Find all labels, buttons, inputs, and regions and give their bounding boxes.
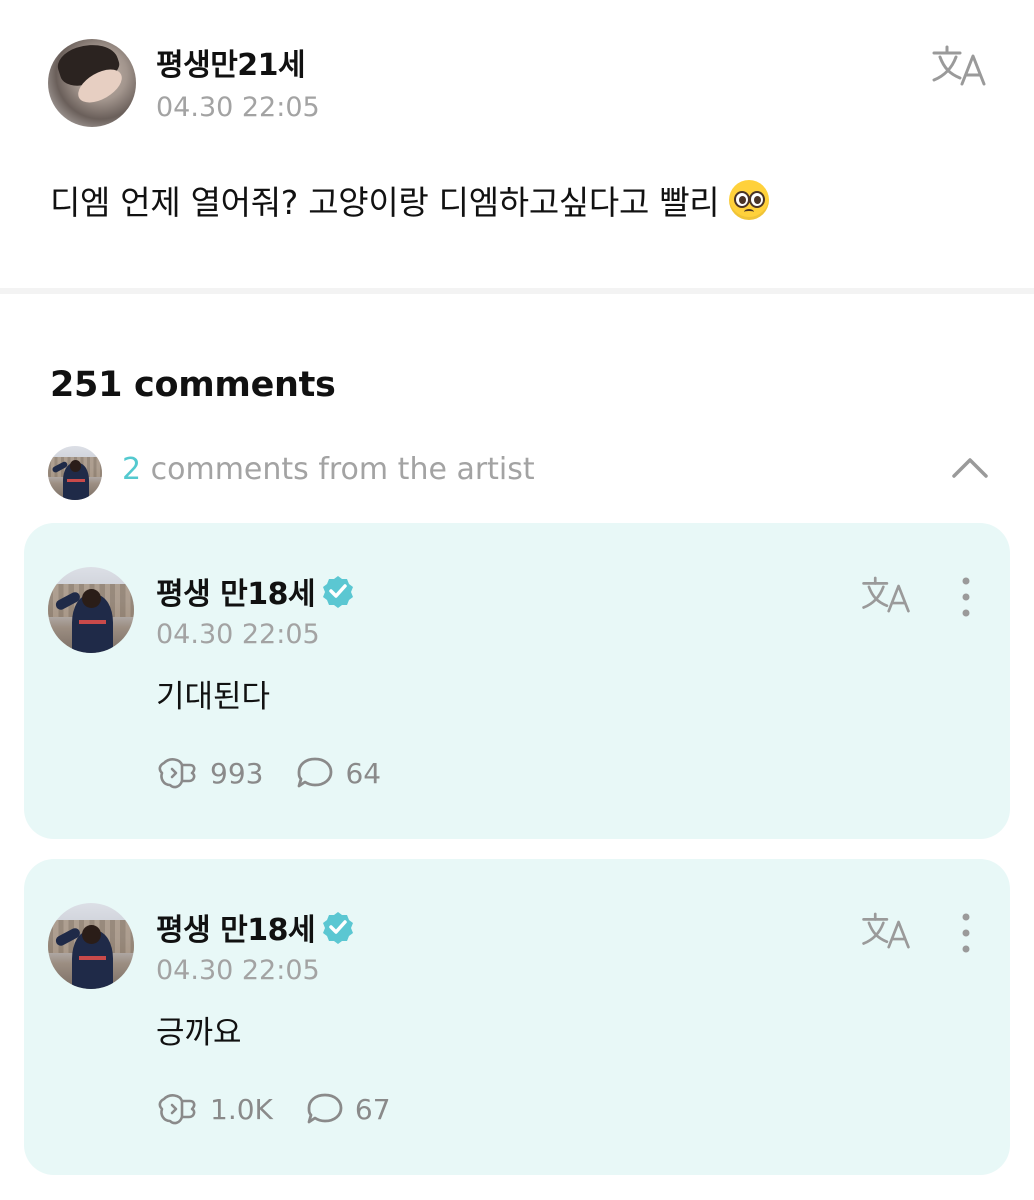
more-options-icon[interactable]: [954, 911, 978, 955]
artist-comments-count: 2: [122, 452, 142, 487]
artist-comments-toggle[interactable]: 2 comments from the artist: [0, 440, 1034, 500]
like-icon: [158, 758, 196, 789]
chevron-up-icon[interactable]: [950, 452, 990, 482]
reply-icon: [307, 1093, 343, 1124]
artist-comment-card: 평생 만18세 04.30 22:05 긍까요 1.0K 67: [24, 859, 1010, 1175]
reply-button[interactable]: 67: [305, 1091, 391, 1127]
artist-mini-avatar: [48, 446, 102, 500]
translate-icon[interactable]: [930, 44, 988, 88]
more-options-icon[interactable]: [954, 575, 978, 619]
comment-timestamp: 04.30 22:05: [156, 955, 320, 986]
reply-count: 67: [354, 1092, 391, 1126]
page: 평생만21세 04.30 22:05 디엠 언제 열어줘? 고양이랑 디엠하고싶…: [0, 0, 1034, 1200]
pleading-face-emoji-icon: [729, 180, 770, 220]
comments-count: 251 comments: [50, 365, 336, 405]
comment-stats: 1.0K 67: [156, 1089, 391, 1129]
translate-icon[interactable]: [860, 911, 912, 951]
comment-timestamp: 04.30 22:05: [156, 619, 320, 650]
artist-avatar[interactable]: [48, 903, 134, 989]
post-author-name[interactable]: 평생만21세: [156, 40, 306, 84]
like-count: 1.0K: [210, 1092, 273, 1126]
like-button[interactable]: 993: [156, 755, 263, 791]
comment-text: 긍까요: [156, 1015, 242, 1051]
post-author-avatar[interactable]: [48, 39, 136, 127]
section-divider: [0, 288, 1034, 294]
reply-button[interactable]: 64: [295, 755, 381, 791]
like-icon: [158, 1094, 196, 1125]
verified-badge-icon: [323, 912, 354, 944]
comment-text: 기대된다: [156, 679, 271, 715]
post-timestamp: 04.30 22:05: [156, 92, 320, 123]
artist-avatar[interactable]: [48, 567, 134, 653]
post-body: 디엠 언제 열어줘? 고양이랑 디엠하고싶다고 빨리: [50, 176, 770, 224]
reply-count: 64: [345, 756, 382, 790]
comment-author-name: 평생 만18세: [156, 913, 316, 948]
artist-comment-card: 평생 만18세 04.30 22:05 기대된다 993 64: [24, 523, 1010, 839]
post: 평생만21세 04.30 22:05 디엠 언제 열어줘? 고양이랑 디엠하고싶…: [0, 0, 1034, 290]
like-button[interactable]: 1.0K: [156, 1091, 273, 1127]
verified-badge-icon: [323, 576, 354, 608]
comment-author[interactable]: 평생 만18세: [156, 905, 355, 949]
artist-comments-text: comments from the artist: [141, 452, 535, 487]
comment-stats: 993 64: [156, 753, 381, 793]
comment-author[interactable]: 평생 만18세: [156, 569, 355, 613]
like-count: 993: [210, 756, 264, 790]
post-text: 디엠 언제 열어줘? 고양이랑 디엠하고싶다고 빨리: [50, 183, 720, 222]
translate-icon[interactable]: [860, 575, 912, 615]
artist-comments-label: 2 comments from the artist: [122, 452, 535, 487]
reply-icon: [298, 757, 333, 788]
comment-author-name: 평생 만18세: [156, 577, 316, 612]
